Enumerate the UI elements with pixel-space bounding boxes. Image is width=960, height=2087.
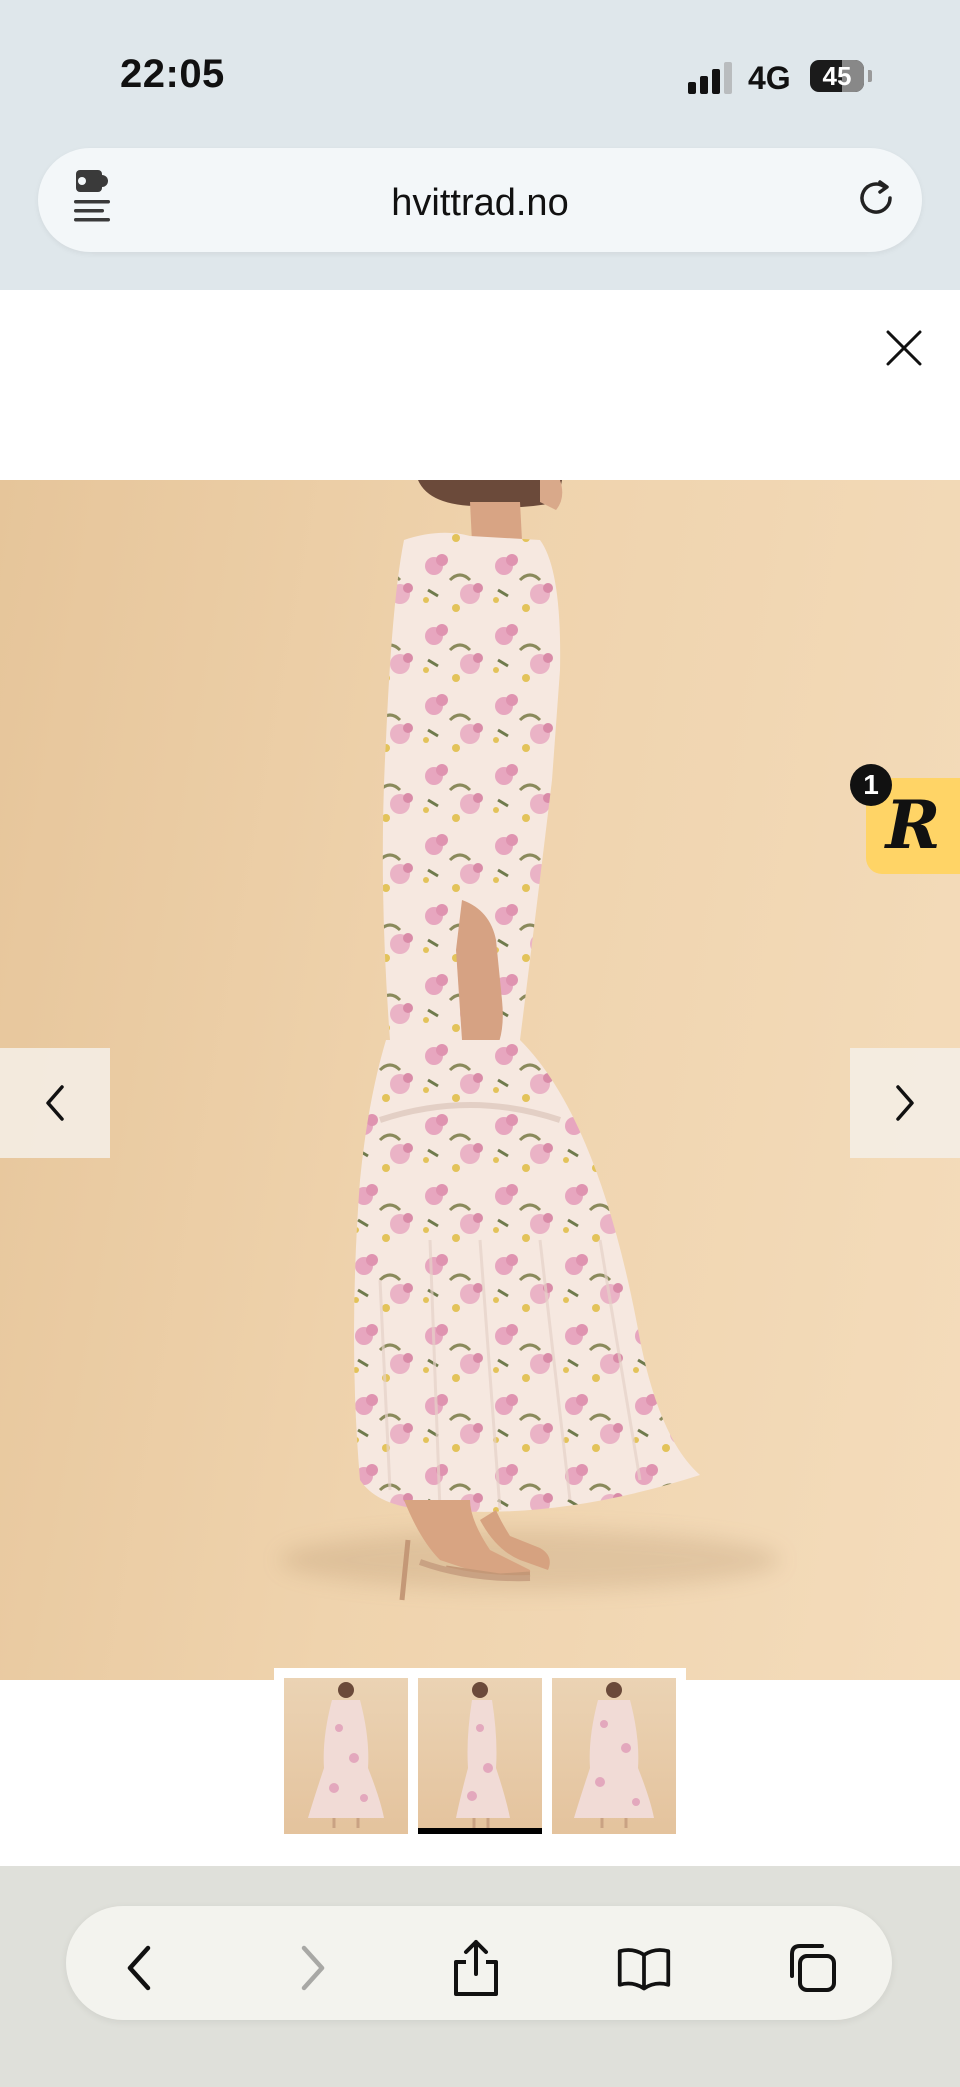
dress-model-illustration [354,480,700,1601]
chevron-left-icon [127,1945,151,1991]
gallery-prev-button[interactable] [0,1048,110,1158]
network-label: 4G [748,60,791,96]
share-button[interactable] [448,1940,504,1996]
signal-icon [688,62,736,94]
rewards-badge-count: 1 [850,764,892,806]
url-text[interactable]: hvittrad.no [0,182,960,225]
chevron-right-icon [301,1945,325,1991]
book-icon [617,1948,671,1991]
reload-icon[interactable] [854,176,898,220]
thumbnail-2[interactable] [418,1678,542,1834]
chevron-right-icon [896,1085,914,1121]
forward-button[interactable] [284,1940,340,1996]
product-image[interactable] [0,480,960,1680]
tabs-icon [790,1944,836,1992]
back-button[interactable] [112,1940,168,1996]
bookmarks-button[interactable] [616,1940,672,1996]
thumbnail-1[interactable] [284,1678,408,1834]
battery-cap [868,70,872,82]
battery-icon: 45 [810,60,864,92]
gallery-next-button[interactable] [850,1048,960,1158]
tabs-button[interactable] [784,1940,840,1996]
battery-level: 45 [822,61,852,91]
status-time: 22:05 [120,52,225,96]
chevron-left-icon [46,1085,64,1121]
thumbnail-3[interactable] [552,1678,676,1834]
share-icon [454,1940,498,1996]
close-icon[interactable] [882,326,926,370]
